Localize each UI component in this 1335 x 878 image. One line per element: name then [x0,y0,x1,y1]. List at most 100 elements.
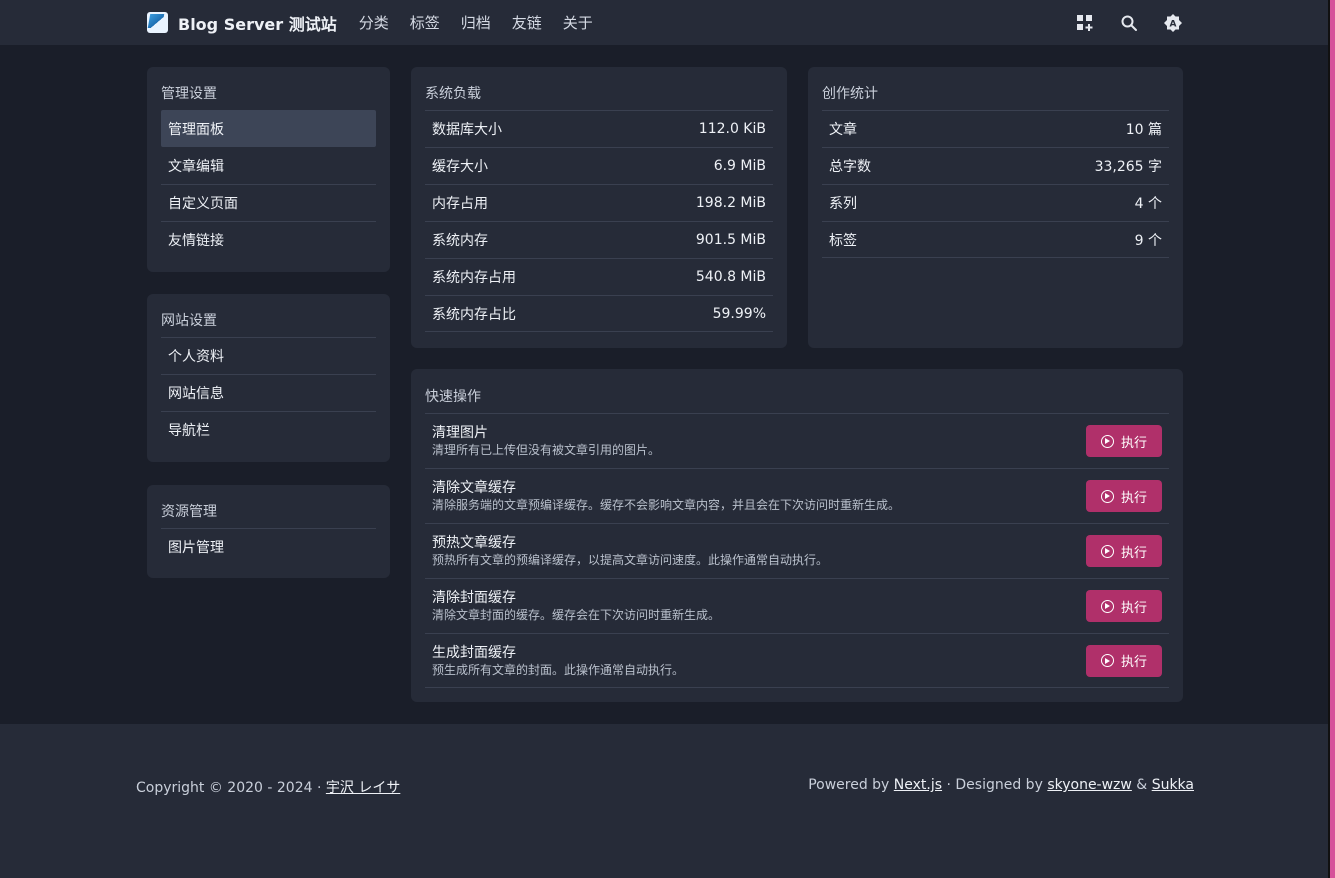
credits: Powered by Next.js · Designed by skyone-… [808,777,1194,793]
stat-value: 4 个 [1134,196,1162,212]
op-row-clear-post-cache: 清除文章缓存 清除服务端的文章预编译缓存。缓存不会影响文章内容，并且会在下次访问… [425,468,1169,523]
stat-label: 缓存大小 [432,159,488,175]
stat-label: 系统内存占比 [432,306,516,323]
stat-value: 10 篇 [1125,122,1162,138]
stat-value: 901.5 MiB [695,232,766,248]
op-title: 生成封面缓存 [432,644,516,661]
stat-row: 数据库大小 112.0 KiB [425,110,773,147]
button-label: 执行 [1120,600,1147,616]
op-title: 预热文章缓存 [432,535,516,551]
nav-item-archive[interactable]: 归档 [461,12,491,33]
nav-item-about[interactable]: 关于 [563,12,593,33]
grid-plus-icon[interactable] [1075,13,1095,33]
copyright-text: Copyright © 2020 - 2024 · [136,780,326,796]
card-title: 创作统计 [822,86,878,102]
sidebar-section-title: 资源管理 [161,504,217,520]
op-title: 清除文章缓存 [432,480,516,496]
sidebar-card-admin: 管理设置 管理面板 文章编辑 自定义页面 友情链接 [147,67,390,272]
quick-ops-card: 快速操作 清理图片 清理所有已上传但没有被文章引用的图片。 执行 清除文章缓存 … [411,369,1183,702]
top-navbar: Blog Server 测试站 分类 标签 归档 友链 关于 A [0,0,1328,45]
stat-row: 内存占用 198.2 MiB [425,184,773,221]
stat-value: 33,265 字 [1094,159,1162,175]
stat-label: 文章 [829,122,857,138]
stat-row: 标签 9 个 [822,221,1169,258]
copyright: Copyright © 2020 - 2024 · 宇沢 レイサ [136,777,400,797]
site-title[interactable]: Blog Server 测试站 [178,11,337,35]
sidebar-item-dashboard[interactable]: 管理面板 [161,110,376,147]
designed-text: · Designed by [942,777,1048,793]
powered-text: Powered by [808,777,894,793]
footer: Copyright © 2020 - 2024 · 宇沢 レイサ Powered… [0,724,1328,878]
sidebar-item-custom-pages[interactable]: 自定义页面 [161,184,376,221]
stat-row: 系统内存占用 540.8 MiB [425,258,773,295]
button-label: 执行 [1120,490,1147,506]
op-row-generate-cover-cache: 生成封面缓存 预生成所有文章的封面。此操作通常自动执行。 执行 [425,633,1169,688]
stat-label: 系列 [829,196,857,212]
stat-row: 系列 4 个 [822,184,1169,221]
sidebar-item-site-info[interactable]: 网站信息 [161,374,376,411]
stat-value: 198.2 MiB [695,195,766,211]
stat-label: 数据库大小 [432,122,502,138]
designer-link-skyone[interactable]: skyone-wzw [1047,777,1132,793]
execute-button[interactable]: 执行 [1086,644,1162,677]
creation-stats-card: 创作统计 文章 10 篇 总字数 33,265 字 系列 4 个 标签 9 个 [808,67,1183,348]
sidebar-item-post-editor[interactable]: 文章编辑 [161,147,376,184]
execute-button[interactable]: 执行 [1086,535,1162,567]
play-circle-icon [1100,489,1114,503]
play-circle-icon [1100,654,1114,667]
nextjs-link[interactable]: Next.js [894,777,942,793]
stat-row: 系统内存 901.5 MiB [425,221,773,258]
stat-row: 缓存大小 6.9 MiB [425,147,773,184]
stat-label: 内存占用 [432,196,488,212]
play-circle-icon [1100,599,1114,613]
sidebar-item-navbar[interactable]: 导航栏 [161,411,376,448]
op-description: 清除文章封面的缓存。缓存会在下次访问时重新生成。 [432,608,721,622]
stat-value: 112.0 KiB [698,121,766,137]
ampersand: & [1131,777,1152,793]
execute-button[interactable]: 执行 [1086,480,1162,512]
sidebar-item-friend-links[interactable]: 友情链接 [161,221,376,258]
execute-button[interactable]: 执行 [1086,425,1162,457]
sidebar-section-title: 网站设置 [161,313,217,329]
nav-item-categories[interactable]: 分类 [359,12,389,33]
system-load-card: 系统负载 数据库大小 112.0 KiB 缓存大小 6.9 MiB 内存占用 198.… [411,67,787,348]
button-label: 执行 [1120,545,1147,561]
card-title: 快速操作 [425,389,481,405]
designer-link-sukka[interactable]: Sukka [1152,777,1194,793]
play-circle-icon [1100,434,1114,448]
nav-item-links[interactable]: 友链 [512,12,542,33]
author-link[interactable]: 宇沢 レイサ [326,780,400,796]
stat-value: 6.9 MiB [713,158,766,174]
site-logo-icon[interactable] [147,12,168,33]
stat-label: 总字数 [829,159,871,175]
op-description: 清除服务端的文章预编译缓存。缓存不会影响文章内容，并且会在下次访问时重新生成。 [432,498,901,512]
sidebar-item-profile[interactable]: 个人资料 [161,337,376,374]
op-row-clear-cover-cache: 清除封面缓存 清除文章封面的缓存。缓存会在下次访问时重新生成。 执行 [425,578,1169,633]
nav-item-tags[interactable]: 标签 [410,12,440,33]
stat-label: 系统内存 [432,233,488,249]
stat-row: 文章 10 篇 [822,110,1169,147]
stat-value: 9 个 [1134,232,1162,249]
stat-value: 59.99% [712,305,766,322]
stat-row: 总字数 33,265 字 [822,147,1169,184]
execute-button[interactable]: 执行 [1086,590,1162,622]
sidebar-card-site: 网站设置 个人资料 网站信息 导航栏 [147,294,390,462]
op-description: 预生成所有文章的封面。此操作通常自动执行。 [432,662,685,677]
window-edge [1328,0,1335,878]
theme-toggle-icon[interactable]: A [1163,13,1183,33]
sidebar-card-resources: 资源管理 图片管理 [147,485,390,578]
op-row-clean-images: 清理图片 清理所有已上传但没有被文章引用的图片。 执行 [425,413,1169,468]
card-title: 系统负载 [425,86,481,102]
op-title: 清理图片 [432,425,488,441]
sidebar-section-title: 管理设置 [161,86,217,102]
svg-text:A: A [1170,19,1177,29]
search-icon[interactable] [1119,13,1139,33]
play-circle-icon [1100,544,1114,558]
op-title: 清除封面缓存 [432,590,516,606]
op-description: 预热所有文章的预编译缓存，以提高文章访问速度。此操作通常自动执行。 [432,553,829,567]
sidebar-item-image-manager[interactable]: 图片管理 [161,528,376,565]
stat-value: 540.8 MiB [695,269,766,285]
op-description: 清理所有已上传但没有被文章引用的图片。 [432,443,661,457]
stat-label: 系统内存占用 [432,270,516,286]
op-row-warm-post-cache: 预热文章缓存 预热所有文章的预编译缓存，以提高文章访问速度。此操作通常自动执行。… [425,523,1169,578]
